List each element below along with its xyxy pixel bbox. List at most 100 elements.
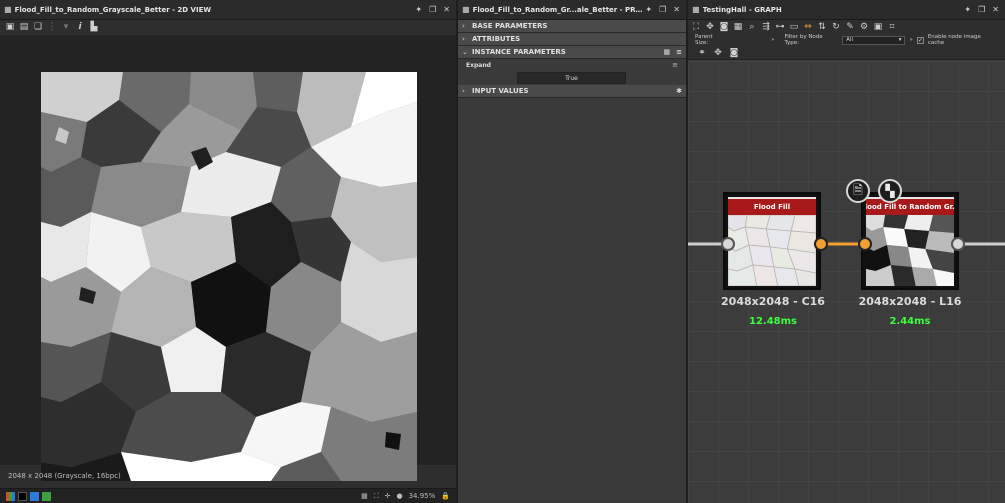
graph-title: TestingHall - GRAPH [702,5,782,14]
document-icon[interactable]: 🗎 [846,179,870,203]
camera-icon[interactable]: ◙ [718,22,730,32]
frame-icon[interactable]: ▭ [788,22,800,32]
node-output-port[interactable] [951,237,965,251]
link-icon[interactable]: ⇔ [802,22,814,32]
settings-icon[interactable]: ⚙ [858,22,870,32]
pin-icon[interactable]: ✦ [964,5,971,14]
tools-icon[interactable]: ✎ [844,22,856,32]
expand-label: Expand [466,62,491,69]
section-attributes[interactable]: › ATTRIBUTES [458,33,686,46]
view2d-viewport[interactable] [0,35,456,481]
alpha-channel-icon[interactable] [42,491,51,501]
lock-icon[interactable]: 🔒 [441,492,450,500]
graph-canvas[interactable]: Flood Fill 2048x2048 - C16 12.48ms ood F… [688,61,1005,503]
pin-icon[interactable]: ✦ [415,5,422,14]
parent-size-label: Parent Size: [695,34,713,46]
close-icon[interactable]: ✕ [443,5,450,14]
section-label: INSTANCE PARAMETERS [472,48,566,56]
channels-dropdown-icon[interactable]: ▾ [60,22,72,32]
pick-icon[interactable]: ✥ [712,48,724,58]
chevron-down-icon: ▾ [898,37,902,43]
bg-channel-icon[interactable] [30,491,39,501]
graph-panel: ■ TestingHall - GRAPH ✦ ❐ ✕ ⛶ ✥ ◙ ▦ ⌕ ⇶ … [688,0,1005,503]
refresh-icon[interactable]: ↻ [830,22,842,32]
black-channel-icon[interactable] [18,491,27,501]
node-thumbnail [728,215,816,286]
color-channel-icon[interactable] [6,491,15,501]
save-icon[interactable]: ▣ [4,22,16,32]
zoom-slider-icon[interactable]: ● [396,492,402,500]
align-icon[interactable]: ⇶ [760,22,772,32]
node-time: 12.48ms [748,316,797,327]
pin-icon[interactable]: ✦ [645,5,652,14]
zoom-level[interactable]: 34.95% [409,492,436,500]
close-icon[interactable]: ✕ [992,5,999,14]
node-flood-fill[interactable]: Flood Fill [723,192,821,290]
maximize-icon[interactable]: ❐ [659,5,666,14]
maximize-icon[interactable]: ❐ [429,5,436,14]
view2d-titlebar: ■ Flood_Fill_to_Random_Grayscale_Better … [0,0,456,20]
move-icon[interactable]: ✥ [704,22,716,32]
close-icon[interactable]: ✕ [673,5,680,14]
filter-dropdown[interactable]: All ▾ [842,35,906,45]
floppy-icon[interactable]: ▤ [18,22,30,32]
link-nodes-icon[interactable]: ⚭ [696,48,708,58]
panel-grip-icon: ■ [692,5,700,14]
section-instance-parameters[interactable]: ⌄ INSTANCE PARAMETERS ▦ ≡ [458,46,686,59]
enable-cache-label: Enable node image cache [927,34,981,46]
graph-secondary-toolbar: ⚭ ✥ ◙ [688,47,1005,60]
gear-icon[interactable]: ✱ [676,87,682,95]
export-icon[interactable]: ▣ [872,22,884,32]
chevron-right-icon: › [462,35,465,43]
fit-icon[interactable]: ⌗ [886,22,898,32]
expand-value-field[interactable]: True [517,72,626,84]
node-time: 2.44ms [889,316,931,327]
param-menu-icon[interactable]: ≡ [672,61,678,69]
straighten-icon[interactable]: ⇅ [816,22,828,32]
chevron-right-icon: › [462,87,465,95]
view2d-title: Flood_Fill_to_Random_Grayscale_Better - … [14,5,212,14]
grid-icon[interactable]: ▦ [732,22,744,32]
fit-icon[interactable]: ⛶ [374,492,379,501]
settings-icon[interactable]: ≡ [676,48,682,56]
maximize-icon[interactable]: ❐ [978,5,985,14]
section-label: INPUT VALUES [472,87,529,95]
expand-arrow-icon[interactable]: » [771,37,774,43]
expand-row: Expand ≡ [458,59,686,72]
node-thumbnail [866,215,954,286]
node-title: Flood Fill to Random Gr... [866,197,954,215]
section-base-parameters[interactable]: › BASE PARAMETERS [458,20,686,33]
graph-toolbar: ⛶ ✥ ◙ ▦ ⌕ ⇶ ⊶ ▭ ⇔ ⇅ ↻ ✎ ⚙ ▣ ⌗ [688,20,1005,33]
crosshair-icon[interactable]: ✛ [385,492,391,500]
checker-icon[interactable]: ▚ [878,179,902,203]
expand-arrow-icon[interactable]: » [909,37,912,43]
node-resolution: 2048x2048 - L16 [858,295,962,308]
filter-dropdown-value: All [846,37,854,43]
hierarchy-icon[interactable]: ⊶ [774,22,786,32]
channels-icon[interactable]: ⋮ [46,22,58,32]
search-icon[interactable]: ⌕ [746,22,758,32]
section-label: ATTRIBUTES [472,35,521,43]
section-label: BASE PARAMETERS [472,22,548,30]
image-info-text: 2048 x 2048 (Grayscale, 16bpc) [8,472,121,480]
node-output-port[interactable] [814,237,828,251]
preset-icon[interactable]: ▦ [664,48,671,56]
node-input-port[interactable] [858,237,872,251]
node-flood-fill-to-random-grayscale[interactable]: Flood Fill to Random Gr... [861,192,959,290]
panel-grip-icon: ■ [4,5,12,14]
chevron-down-icon: ⌄ [462,48,468,56]
voronoi-cells [41,72,417,481]
info-icon[interactable]: i [74,22,86,32]
properties-titlebar: ■ Flood_Fill_to_Random_Gr...ale_Better -… [458,0,686,20]
chevron-right-icon: › [462,22,465,30]
grid-icon[interactable]: ▦ [361,492,368,500]
camera-icon[interactable]: ◙ [728,48,740,58]
section-input-values[interactable]: › INPUT VALUES ✱ [458,85,686,98]
histogram-icon[interactable]: ▙ [88,22,100,32]
copy-icon[interactable]: ❏ [32,22,44,32]
node-input-port[interactable] [721,237,735,251]
view2d-statusbar: ▦ ⛶ ✛ ● 34.95% 🔒 [0,488,456,503]
enable-cache-checkbox[interactable]: ✓ [916,36,924,44]
grayscale-preview [866,215,954,286]
frame-all-icon[interactable]: ⛶ [690,22,702,32]
